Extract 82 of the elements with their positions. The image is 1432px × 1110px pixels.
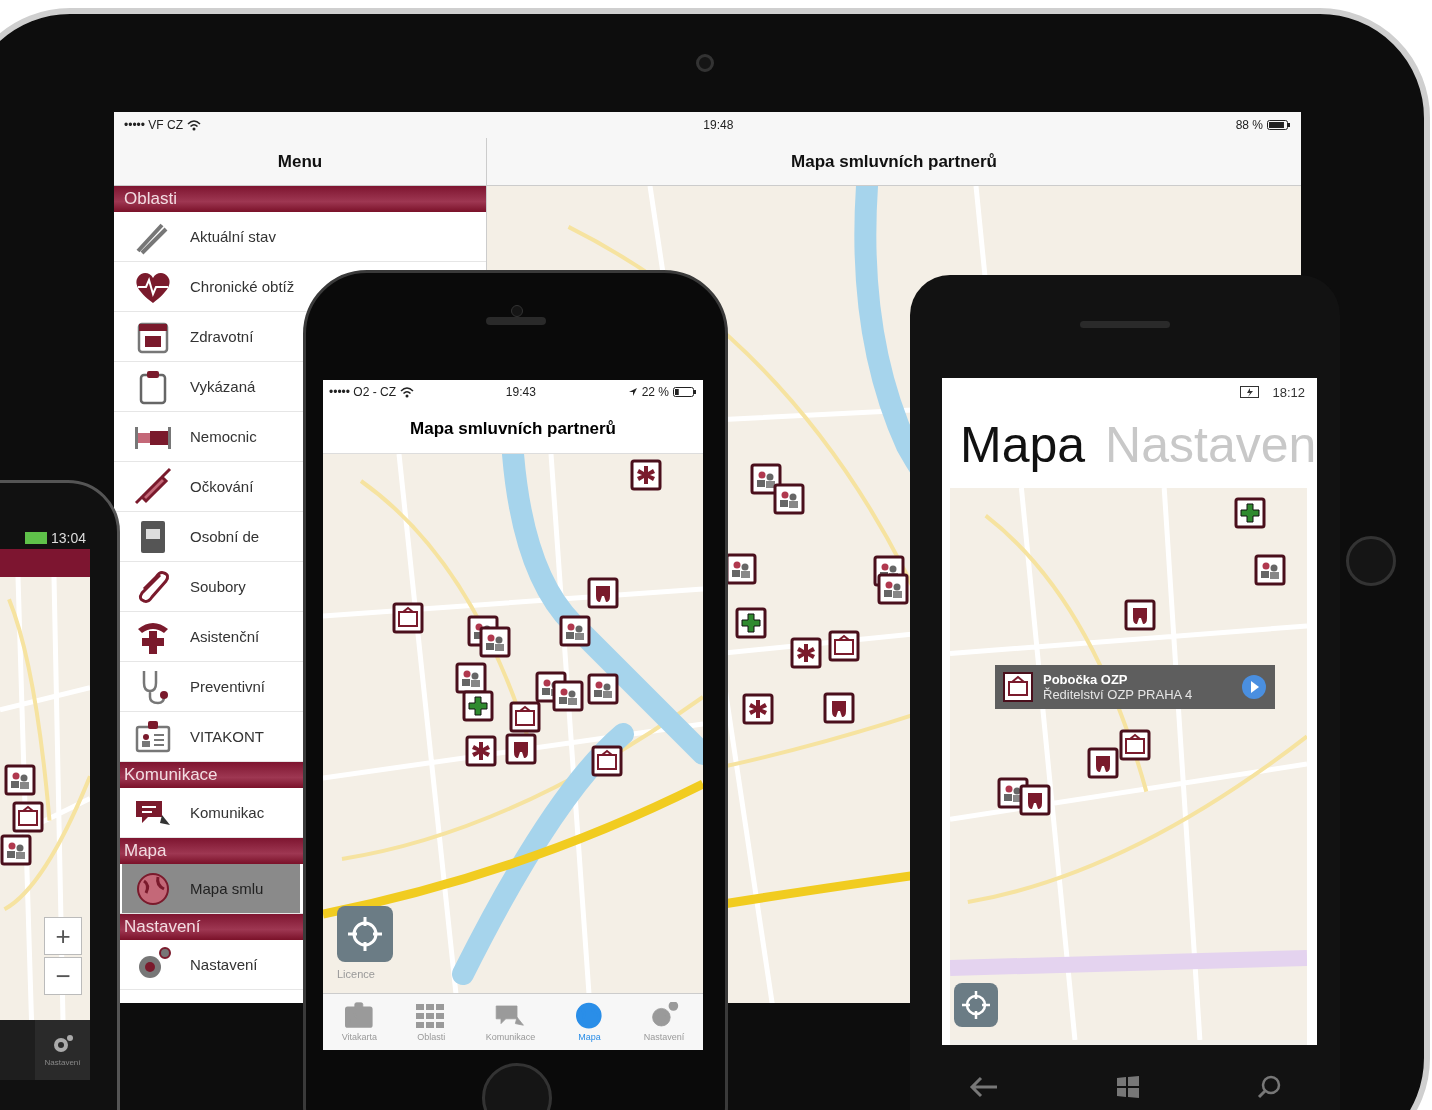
wifi-icon (400, 386, 414, 398)
battery-icon (673, 387, 697, 397)
clock-text: 19:43 (505, 385, 536, 399)
info-callout[interactable]: Pobočka OZP Ředitelství OZP PRAHA 4 (995, 665, 1275, 709)
battery-text: 22 % (641, 385, 669, 399)
camera-icon (511, 305, 523, 317)
clock-text: 19:48 (703, 118, 734, 132)
battery-icon (24, 532, 47, 544)
speaker-grille (486, 317, 546, 325)
crosshair-icon (960, 989, 992, 1021)
menu-item[interactable]: Nastavení (122, 940, 300, 989)
menu-item[interactable]: Preventivní (122, 662, 300, 711)
menu-item[interactable]: Soubory (122, 562, 300, 611)
menu-item[interactable]: Mapa smlu (122, 864, 300, 913)
carrier-text: ••••• VF CZ (124, 118, 183, 132)
marker-icon[interactable] (587, 673, 619, 705)
marker-icon[interactable] (462, 690, 494, 722)
marker-icon[interactable] (509, 701, 541, 733)
marker-icon[interactable] (823, 692, 855, 724)
marker-icon[interactable] (552, 680, 584, 712)
location-arrow-icon (627, 387, 638, 397)
menu-item[interactable]: Chronické obtíž (122, 262, 300, 311)
menu-item[interactable]: Očkování (122, 462, 300, 511)
marker-icon[interactable] (742, 693, 774, 725)
marker-icon[interactable] (479, 626, 511, 658)
marker-icon[interactable] (465, 735, 497, 767)
search-icon (1257, 1075, 1282, 1099)
marker-icon[interactable] (773, 483, 805, 515)
locate-button[interactable] (337, 906, 393, 962)
crosshair-icon (345, 914, 385, 954)
marker-icon[interactable] (0, 834, 32, 866)
tab[interactable]: Nastavení (35, 1020, 90, 1080)
marker-icon[interactable] (1019, 784, 1051, 816)
locate-button[interactable] (954, 983, 998, 1027)
marker-icon[interactable] (790, 637, 822, 669)
menu-item[interactable]: Nemocnic (122, 412, 300, 461)
marker-icon[interactable] (455, 662, 487, 694)
marker-icon[interactable] (559, 615, 591, 647)
play-icon (1241, 674, 1267, 700)
marker-icon[interactable] (725, 553, 757, 585)
windows-logo-icon (1116, 1075, 1140, 1099)
marker-icon[interactable] (1124, 599, 1156, 631)
back-arrow-icon (968, 1075, 999, 1099)
section-header: Oblasti (114, 186, 486, 212)
menu-item[interactable]: Asistenční (122, 612, 300, 661)
callout-title: Pobočka OZP (1043, 672, 1129, 687)
marker-icon[interactable] (392, 602, 424, 634)
menu-title: Menu (114, 138, 486, 186)
marker-icon[interactable] (750, 463, 782, 495)
menu-item[interactable]: Vykázaná (122, 362, 300, 411)
marker-icon[interactable] (12, 801, 44, 833)
menu-item[interactable]: Osobní de (122, 512, 300, 561)
marker-icon[interactable] (587, 577, 619, 609)
marker-icon[interactable] (1119, 729, 1151, 761)
zoom-out-button[interactable]: − (44, 957, 82, 995)
wifi-icon (187, 119, 201, 131)
carrier-text: ••••• O2 - CZ (329, 385, 396, 399)
marker-icon[interactable] (1234, 497, 1266, 529)
marker-icon[interactable] (505, 733, 537, 765)
menu-item[interactable]: Komunikac (122, 788, 300, 837)
marker-icon[interactable] (630, 459, 662, 491)
marker-icon[interactable] (591, 745, 623, 777)
camera-icon (696, 54, 714, 72)
pivot-tab[interactable]: Mapa (960, 416, 1086, 474)
map-title: Mapa smluvních partnerů (487, 138, 1301, 186)
syringe-icon (132, 466, 174, 507)
marker-icon[interactable] (828, 630, 860, 662)
battery-icon (1267, 120, 1291, 130)
clock-text: 13:04 (50, 530, 86, 546)
clock-text: 18:12 (1272, 384, 1305, 400)
menu-item[interactable]: Aktuální stav (122, 212, 300, 261)
battery-text: 88 % (1235, 118, 1263, 132)
callout-subtitle: Ředitelství OZP PRAHA 4 (1043, 687, 1194, 702)
building-icon (1003, 672, 1033, 702)
marker-icon[interactable] (1087, 747, 1119, 779)
marker-icon[interactable] (735, 607, 767, 639)
menu-item[interactable]: VITAKONT (122, 712, 300, 761)
marker-icon[interactable] (1254, 554, 1286, 586)
marker-icon[interactable] (4, 764, 36, 796)
zoom-in-button[interactable]: + (44, 917, 82, 955)
menu-item[interactable]: Zdravotní (122, 312, 300, 361)
marker-icon[interactable] (877, 573, 909, 605)
